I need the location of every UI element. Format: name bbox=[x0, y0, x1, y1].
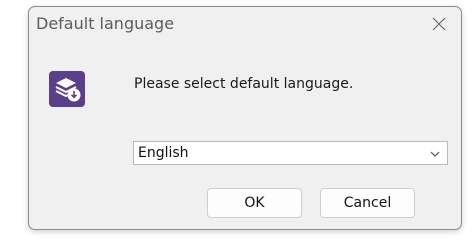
dialog-titlebar: Default language bbox=[29, 7, 461, 41]
dialog-message: Please select default language. bbox=[134, 76, 354, 92]
language-select-value: English bbox=[138, 145, 189, 161]
app-install-icon bbox=[49, 71, 85, 107]
close-button[interactable] bbox=[425, 11, 453, 37]
cancel-button[interactable]: Cancel bbox=[320, 188, 415, 218]
dialog-title: Default language bbox=[36, 14, 175, 33]
close-icon bbox=[432, 17, 446, 31]
ok-button[interactable]: OK bbox=[207, 188, 302, 218]
chevron-down-icon bbox=[430, 151, 440, 157]
language-dialog: Default language Please select default l… bbox=[28, 6, 462, 230]
language-select[interactable]: English bbox=[133, 141, 448, 165]
